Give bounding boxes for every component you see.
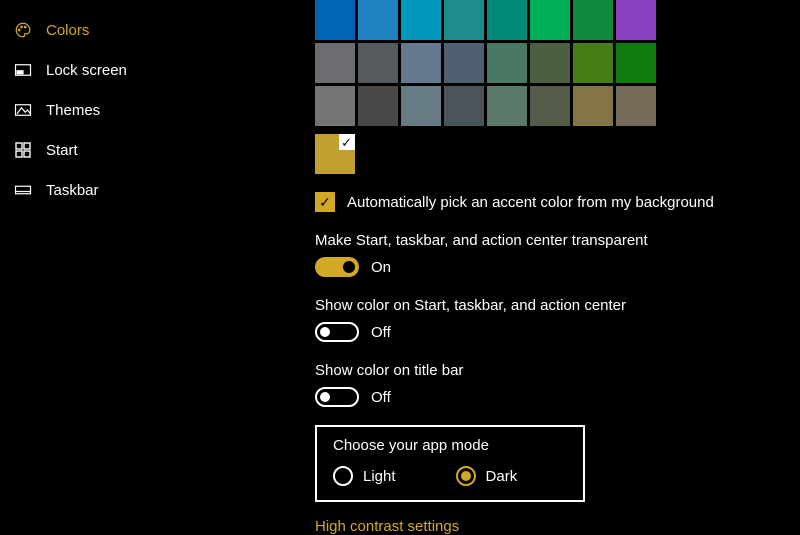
- accent-color-swatch[interactable]: [315, 86, 355, 126]
- show-color-start-label: Show color on Start, taskbar, and action…: [315, 297, 795, 314]
- accent-color-swatch[interactable]: [573, 86, 613, 126]
- app-mode-radio-light[interactable]: Light: [333, 466, 396, 486]
- accent-color-swatch[interactable]: [530, 43, 570, 83]
- auto-accent-label: Automatically pick an accent color from …: [347, 194, 714, 211]
- palette-icon: [14, 21, 32, 39]
- accent-color-swatch[interactable]: [358, 86, 398, 126]
- accent-color-swatch[interactable]: [487, 43, 527, 83]
- app-mode-heading: Choose your app mode: [333, 437, 567, 454]
- show-color-title-label: Show color on title bar: [315, 362, 795, 379]
- app-mode-section: Choose your app mode Light Dark: [315, 425, 585, 502]
- accent-color-swatch[interactable]: [616, 43, 656, 83]
- sidebar-item-taskbar[interactable]: Taskbar: [0, 170, 200, 210]
- accent-color-swatch[interactable]: [401, 0, 441, 40]
- sidebar-item-label: Start: [46, 142, 78, 159]
- taskbar-icon: [14, 181, 32, 199]
- accent-color-swatch[interactable]: [358, 0, 398, 40]
- accent-color-swatch[interactable]: [444, 0, 484, 40]
- sidebar-item-label: Themes: [46, 102, 100, 119]
- accent-color-swatch[interactable]: [315, 43, 355, 83]
- sidebar-item-label: Lock screen: [46, 62, 127, 79]
- app-mode-radio-dark[interactable]: Dark: [456, 466, 518, 486]
- lock-screen-icon: [14, 61, 32, 79]
- checkbox-icon: ✓: [315, 192, 335, 212]
- show-color-title-state: Off: [371, 389, 391, 406]
- accent-color-palette: ✓: [315, 0, 795, 174]
- accent-color-swatch[interactable]: [444, 86, 484, 126]
- accent-color-swatch[interactable]: [530, 0, 570, 40]
- accent-color-swatch[interactable]: [444, 43, 484, 83]
- app-mode-dark-label: Dark: [486, 468, 518, 485]
- accent-color-swatch[interactable]: [487, 86, 527, 126]
- sidebar-item-start[interactable]: Start: [0, 130, 200, 170]
- accent-color-swatch[interactable]: [401, 86, 441, 126]
- accent-color-swatch[interactable]: [358, 43, 398, 83]
- sidebar-item-colors[interactable]: Colors: [0, 10, 200, 50]
- transparency-toggle[interactable]: [315, 257, 359, 277]
- accent-color-swatch[interactable]: [315, 0, 355, 40]
- settings-content: ✓ ✓ Automatically pick an accent color f…: [315, 0, 795, 535]
- accent-color-swatch[interactable]: [401, 43, 441, 83]
- app-mode-light-label: Light: [363, 468, 396, 485]
- themes-icon: [14, 101, 32, 119]
- sidebar-item-lock-screen[interactable]: Lock screen: [0, 50, 200, 90]
- sidebar-item-themes[interactable]: Themes: [0, 90, 200, 130]
- accent-color-swatch[interactable]: [573, 43, 613, 83]
- sidebar-item-label: Colors: [46, 22, 89, 39]
- accent-color-swatch[interactable]: [487, 0, 527, 40]
- auto-accent-checkbox[interactable]: ✓ Automatically pick an accent color fro…: [315, 192, 795, 212]
- sidebar-item-label: Taskbar: [46, 182, 99, 199]
- accent-color-swatch[interactable]: [616, 0, 656, 40]
- accent-color-swatch[interactable]: [616, 86, 656, 126]
- accent-color-swatch-selected[interactable]: ✓: [315, 134, 355, 174]
- accent-color-swatch[interactable]: [530, 86, 570, 126]
- transparency-label: Make Start, taskbar, and action center t…: [315, 232, 795, 249]
- show-color-title-toggle[interactable]: [315, 387, 359, 407]
- show-color-start-toggle[interactable]: [315, 322, 359, 342]
- checkmark-icon: ✓: [341, 135, 352, 151]
- transparency-state: On: [371, 259, 391, 276]
- settings-sidebar: Colors Lock screen Themes Start Taskbar: [0, 0, 200, 210]
- high-contrast-link[interactable]: High contrast settings: [315, 518, 459, 535]
- show-color-start-state: Off: [371, 324, 391, 341]
- accent-color-swatch[interactable]: [573, 0, 613, 40]
- start-icon: [14, 141, 32, 159]
